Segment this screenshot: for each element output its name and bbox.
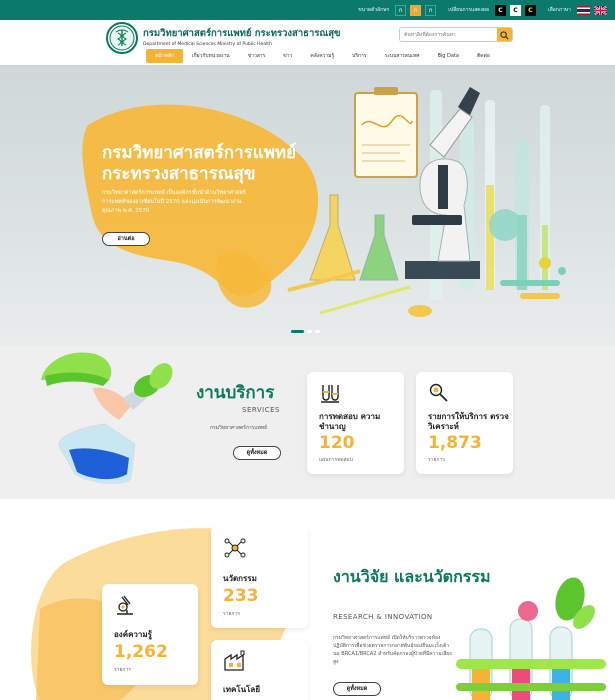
- lab-illustration: [82, 87, 566, 317]
- service-card-unit: แผนการทดสอบ: [319, 457, 353, 463]
- nav-big-data[interactable]: Big Data: [428, 49, 468, 63]
- language-label: เลือกภาษา: [547, 7, 571, 13]
- research-card-unit: รายการ: [223, 611, 240, 617]
- research-card-value: 233: [223, 586, 259, 606]
- molecule-network-icon: [224, 538, 246, 558]
- top-utility-bar: ขนาดตัวอักษร ก ก ก เปลี่ยนการแสดงผล C C …: [0, 0, 615, 20]
- research-card-title: นวัตกรรม: [223, 574, 257, 583]
- research-card-innovation[interactable]: นวัตกรรม 233 รายการ: [211, 526, 308, 628]
- research-card-knowledge[interactable]: องค์ความรู้ 1,262 รายการ: [102, 584, 198, 685]
- research-view-all-button[interactable]: ดูทั้งหมด: [333, 682, 381, 696]
- nav-contact[interactable]: ติดต่อ: [468, 49, 499, 63]
- hero-title: กรมวิทยาศาสตร์การแพทย์ กระทรวงสาธารณสุข: [102, 143, 297, 184]
- slider-dots: [291, 330, 320, 333]
- services-section: งานบริการ SERVICES กรมวิทยาศาสตร์การแพทย…: [0, 346, 615, 499]
- research-card-title: เทคโนโลยี: [223, 685, 261, 694]
- slider-dot-active[interactable]: [291, 330, 304, 333]
- uk-flag-icon[interactable]: [594, 5, 607, 15]
- font-size-small-button[interactable]: ก: [395, 4, 407, 16]
- contrast-yellow-button[interactable]: C: [524, 4, 536, 16]
- main-navigation: หน้าหลัก เกี่ยวกับหน่วยงาน ข่าวสาร ข่าว …: [146, 49, 499, 63]
- services-description: กรมวิทยาศาสตร์การแพทย์: [210, 425, 268, 431]
- hero-description: กรมวิทยาศาสตร์การแพทย์ เป็นองค์กรชั้นนำด…: [102, 190, 246, 214]
- service-card-title: การทดสอบ ความชำนาญ: [319, 412, 381, 431]
- font-size-large-button[interactable]: ก: [425, 4, 437, 16]
- hero-read-more-button[interactable]: อ่านต่อ: [102, 232, 150, 246]
- service-flask-illustration: [41, 352, 173, 485]
- research-description: กรมวิทยาศาสตร์การแพทย์ เปิดให้บริการตรวจ…: [333, 635, 452, 665]
- site-brand: กรมวิทยาศาสตร์การแพทย์ กระทรวงสาธารณสุข …: [143, 26, 341, 47]
- site-title-en: Department of Medical Sciences Ministry …: [143, 42, 272, 47]
- services-subtitle: SERVICES: [242, 406, 280, 414]
- service-card-analysis[interactable]: รายการให้บริการ ตรวจวิเคราะห์ 1,873 รายก…: [416, 372, 513, 474]
- research-subtitle: RESEARCH & INNOVATION: [333, 613, 433, 621]
- research-card-title: องค์ความรู้: [114, 630, 152, 639]
- contrast-label: เปลี่ยนการแสดงผล: [448, 7, 489, 13]
- caduceus-logo-icon: [109, 25, 135, 51]
- site-title-th: กรมวิทยาศาสตร์การแพทย์ กระทรวงสาธารณสุข: [143, 28, 341, 39]
- department-logo[interactable]: [106, 22, 138, 54]
- service-card-value: 120: [319, 433, 355, 453]
- service-card-unit: รายการ: [428, 457, 445, 463]
- contrast-white-button[interactable]: C: [509, 4, 521, 16]
- search-box: [399, 27, 513, 42]
- test-tubes-icon: [321, 385, 339, 403]
- research-title: งานวิจัย และนวัตกรรม: [333, 567, 491, 586]
- research-card-unit: รายการ: [114, 667, 131, 673]
- nav-home[interactable]: หน้าหลัก: [146, 49, 183, 63]
- font-size-medium-button[interactable]: ก: [410, 4, 422, 16]
- slider-dot[interactable]: [315, 330, 320, 333]
- nav-knowledge[interactable]: คลังความรู้: [301, 49, 343, 63]
- microscope-magnifier-icon: [429, 383, 448, 402]
- nav-services[interactable]: บริการ: [343, 49, 375, 63]
- font-size-label: ขนาดตัวอักษร: [358, 7, 390, 13]
- microscope-icon: [117, 595, 133, 615]
- factory-icon: [224, 650, 245, 671]
- slider-dot[interactable]: [307, 330, 312, 333]
- nav-information-systems[interactable]: ระบบสารสนเทศ: [376, 49, 429, 63]
- site-header: กรมวิทยาศาสตร์การแพทย์ กระทรวงสาธารณสุข …: [0, 20, 615, 65]
- service-card-title: รายการให้บริการ ตรวจวิเคราะห์: [428, 412, 509, 431]
- contrast-default-button[interactable]: C: [494, 4, 506, 16]
- service-card-value: 1,873: [428, 433, 482, 453]
- services-view-all-button[interactable]: ดูทั้งหมด: [233, 446, 281, 460]
- hero-banner: กรมวิทยาศาสตร์การแพทย์ กระทรวงสาธารณสุข …: [0, 65, 615, 346]
- research-section: นวัตกรรม 233 รายการ องค์ความรู้ 1,262 รา…: [0, 499, 615, 700]
- nav-news[interactable]: ข่าว: [274, 49, 301, 63]
- nav-media[interactable]: ข่าวสาร: [239, 49, 275, 63]
- search-button[interactable]: [497, 28, 512, 41]
- nav-about[interactable]: เกี่ยวกับหน่วยงาน: [183, 49, 239, 63]
- search-input[interactable]: [400, 28, 497, 41]
- service-card-proficiency[interactable]: การทดสอบ ความชำนาญ 120 แผนการทดสอบ: [307, 372, 404, 474]
- services-title: งานบริการ: [196, 383, 275, 403]
- research-card-technology[interactable]: เทคโนโลยี: [211, 640, 308, 700]
- thai-flag-icon[interactable]: [577, 5, 590, 15]
- research-card-value: 1,262: [114, 642, 168, 662]
- search-icon: [500, 31, 509, 40]
